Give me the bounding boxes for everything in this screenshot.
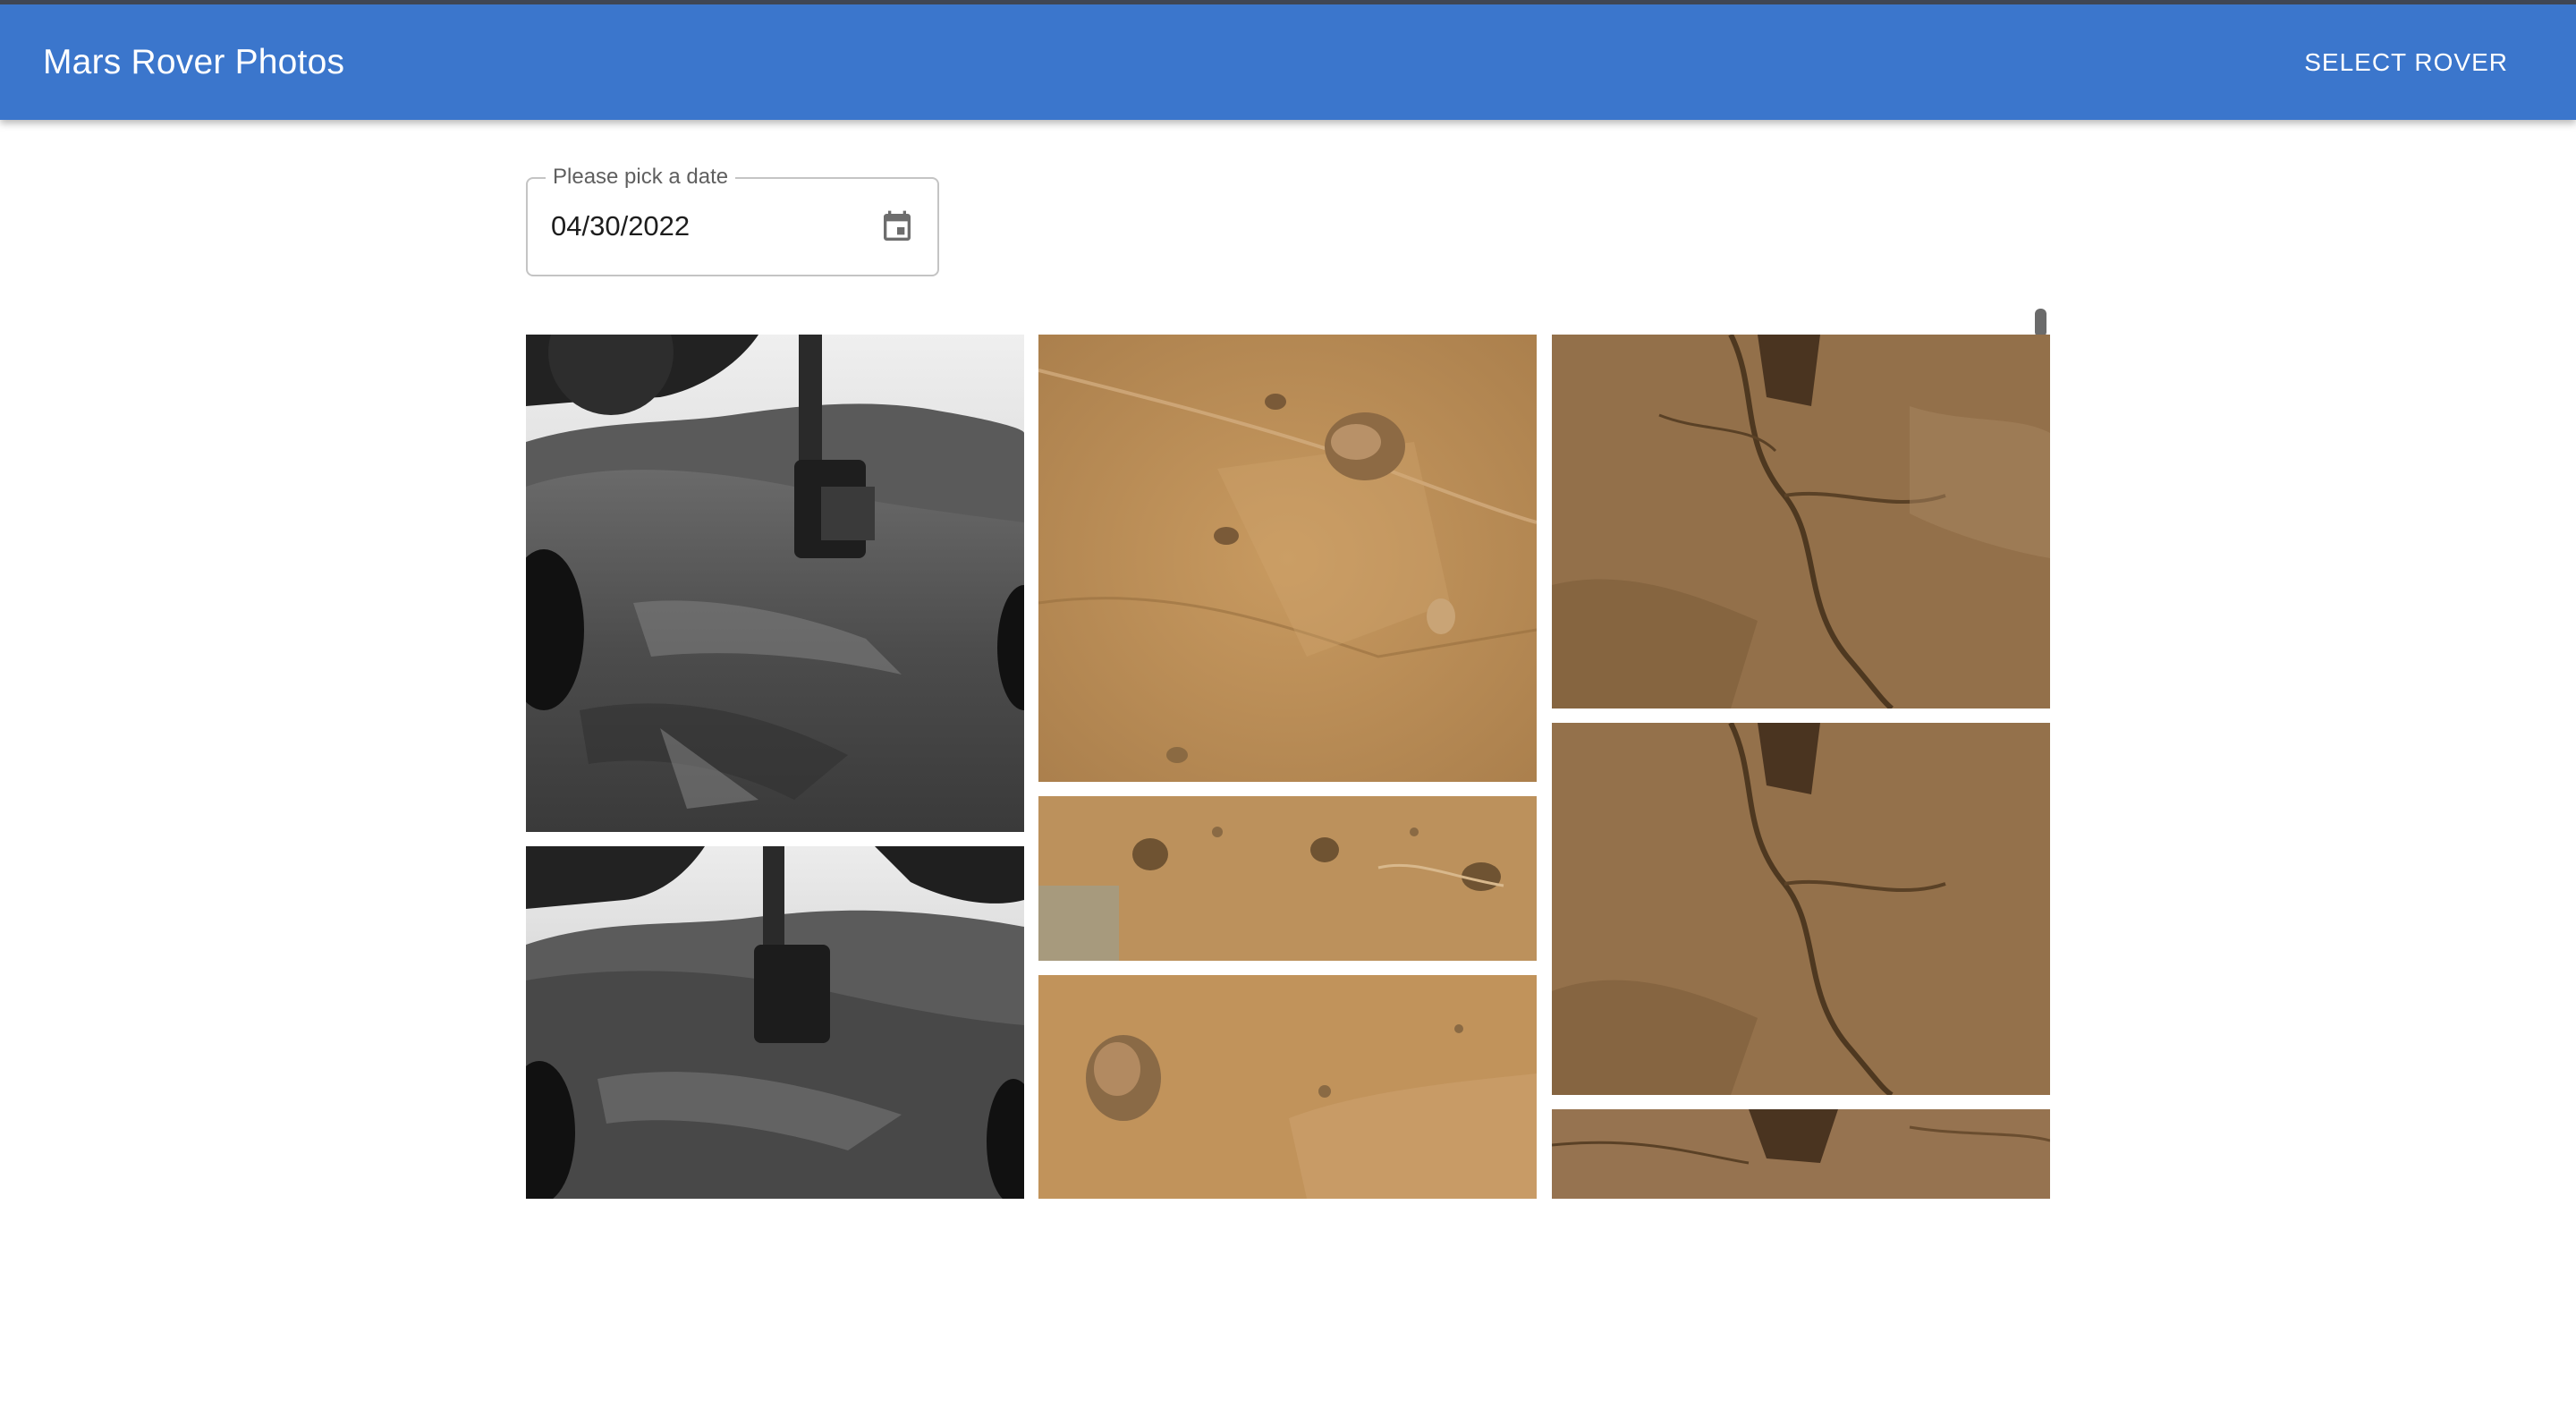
- mars-rock-surface-photo[interactable]: [1038, 975, 1537, 1199]
- date-picker-label: Please pick a date: [546, 165, 736, 190]
- app-title: Mars Rover Photos: [43, 43, 345, 81]
- mars-rock-closeup-photo[interactable]: [1552, 1109, 2050, 1199]
- date-picker-field[interactable]: Please pick a date: [526, 165, 939, 276]
- grayscale-arm-photo[interactable]: [526, 335, 1024, 832]
- mars-rock-closeup-photo[interactable]: [1552, 723, 2050, 1095]
- mars-rock-closeup-photo[interactable]: [1552, 335, 2050, 708]
- grayscale-arm-photo[interactable]: [526, 846, 1024, 1199]
- date-input[interactable]: [551, 204, 846, 249]
- app-bar: Mars Rover Photos SELECT ROVER: [0, 0, 2576, 120]
- mars-rock-surface-photo[interactable]: [1038, 796, 1537, 961]
- scrollbar-thumb[interactable]: [2035, 309, 2046, 337]
- mars-rock-surface-photo[interactable]: [1038, 335, 1537, 782]
- photo-gallery: [526, 335, 2050, 1199]
- select-rover-button[interactable]: SELECT ROVER: [2293, 38, 2519, 86]
- calendar-icon[interactable]: [875, 205, 919, 250]
